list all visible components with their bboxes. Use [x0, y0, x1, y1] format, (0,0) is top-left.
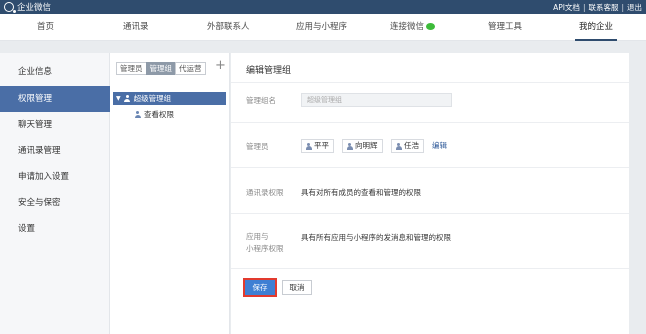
add-group-button[interactable]: + [215, 59, 226, 73]
nav-admin-tools[interactable]: 管理工具 [488, 14, 522, 41]
sidebar-item-permissions[interactable]: 权限管理 [0, 86, 110, 112]
admin-name: 任浩 [404, 141, 419, 150]
logout-link[interactable]: 退出 [627, 2, 642, 13]
user-icon [395, 142, 402, 150]
sidebar-item-join-settings[interactable]: 申请加入设置 [0, 164, 110, 190]
tab-operators[interactable]: 代运营 [175, 62, 206, 75]
top-bar: 企业微信 API文档 | 联系客服 | 退出 [0, 0, 646, 14]
wechat-icon [426, 23, 436, 30]
nav-home[interactable]: 首页 [37, 14, 54, 41]
divider [231, 213, 629, 214]
group-icon [134, 111, 141, 118]
nav-apps[interactable]: 应用与小程序 [296, 14, 347, 41]
sidebar-item-chat[interactable]: 聊天管理 [0, 112, 110, 138]
divider [231, 268, 629, 269]
nav-connect-wechat[interactable]: 连接微信 [390, 14, 436, 41]
contacts-permission-label: 通讯录权限 [246, 188, 284, 197]
contacts-permission-text: 具有对所有成员的查看和管理的权限 [301, 188, 421, 197]
wecom-logo-icon [4, 2, 16, 13]
admin-name: 向明辉 [355, 141, 378, 150]
save-button[interactable]: 保存 [243, 278, 277, 297]
expand-arrow-icon[interactable]: ▼ [116, 95, 121, 102]
tab-admins[interactable]: 管理员 [116, 62, 147, 75]
group-tree-panel: 管理员 管理组 代运营 + ▼ 超级管理组 查看权限 [110, 53, 230, 334]
divider [231, 122, 629, 123]
divider [231, 82, 629, 83]
apps-permission-text: 具有所有应用与小程序的发消息和管理的权限 [301, 233, 451, 242]
tree-node-super-admin-group[interactable]: ▼ 超级管理组 [113, 92, 226, 105]
edit-group-panel: 编辑管理组 管理组名 管理员 平平 向明辉 任浩 编辑 通讯录权限 具有对所有成… [231, 53, 629, 334]
cancel-button[interactable]: 取消 [282, 280, 312, 295]
sidebar-item-security[interactable]: 安全与保密 [0, 190, 110, 216]
sidebar-item-contacts-mgmt[interactable]: 通讯录管理 [0, 138, 110, 164]
page-title: 编辑管理组 [246, 66, 292, 76]
admins-label: 管理员 [246, 142, 269, 151]
top-links: API文档 | 联系客服 | 退出 [553, 2, 642, 13]
brand: 企业微信 [4, 1, 51, 13]
admin-name: 平平 [314, 141, 329, 150]
brand-name: 企业微信 [17, 3, 52, 13]
tree-node-view-permission[interactable]: 查看权限 [134, 109, 174, 120]
apps-permission-label-line1: 应用与 [246, 232, 269, 241]
divider [231, 167, 629, 168]
sidebar-item-company-info[interactable]: 企业信息 [0, 59, 110, 85]
tree-node-label: 超级管理组 [133, 94, 172, 103]
group-icon [124, 95, 131, 102]
nav-connect-wechat-label: 连接微信 [390, 22, 425, 32]
page-gutter [629, 53, 646, 334]
admin-chip[interactable]: 向明辉 [342, 139, 383, 153]
user-icon [346, 142, 353, 150]
tab-admin-groups[interactable]: 管理组 [145, 62, 176, 75]
main-nav: 首页 通讯录 外部联系人 应用与小程序 连接微信 管理工具 我的企业 [0, 14, 646, 41]
sidebar-item-settings[interactable]: 设置 [0, 216, 110, 242]
nav-my-company[interactable]: 我的企业 [574, 14, 618, 41]
group-name-input[interactable] [301, 93, 452, 107]
admin-chip[interactable]: 平平 [301, 139, 334, 153]
nav-external-contacts[interactable]: 外部联系人 [207, 14, 250, 41]
edit-admins-link[interactable]: 编辑 [432, 140, 447, 152]
tree-node-label: 查看权限 [144, 110, 174, 119]
sidebar: 企业信息 权限管理 聊天管理 通讯录管理 申请加入设置 安全与保密 设置 [0, 53, 110, 334]
separator: | [582, 3, 586, 12]
contact-support-link[interactable]: 联系客服 [588, 2, 618, 13]
apps-permission-label-line2: 小程序权限 [246, 244, 284, 253]
tree-tabs: 管理员 管理组 代运营 [116, 62, 206, 75]
nav-contacts[interactable]: 通讯录 [123, 14, 149, 41]
api-docs-link[interactable]: API文档 [553, 2, 580, 13]
admin-chip[interactable]: 任浩 [391, 139, 424, 153]
separator: | [621, 3, 624, 12]
user-icon [305, 142, 312, 150]
group-name-label: 管理组名 [246, 96, 276, 105]
